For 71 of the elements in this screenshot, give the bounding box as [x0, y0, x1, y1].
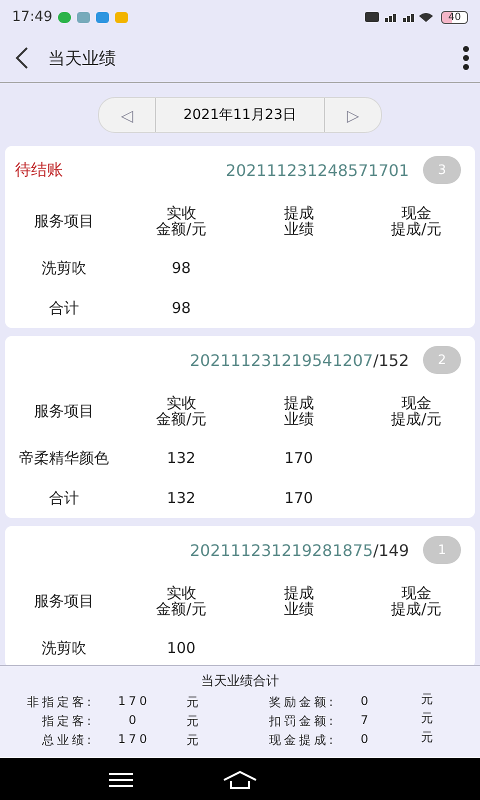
summary-value: 0 [128, 713, 140, 729]
table-cell-text: 合计 [48, 488, 80, 508]
order-suffix: /152 [373, 350, 409, 370]
column-header: 金额/元 [156, 601, 206, 618]
column-header: 现金 [401, 584, 432, 601]
app-icon [58, 12, 72, 22]
signal-icons [365, 11, 436, 23]
summary-value: 0 [360, 694, 372, 710]
order-suffix: /149 [373, 540, 409, 560]
page-title: 当天业绩 [48, 48, 117, 70]
unit-label: 元 [186, 713, 202, 730]
summary-value: 170 [117, 694, 151, 710]
table-cell-text: 132 [166, 448, 197, 469]
table-cell-text: 100 [166, 638, 197, 659]
column-header: 实收 [166, 204, 196, 221]
table-cell-text: 帝柔精华颜色 [18, 448, 110, 468]
app-icon [96, 12, 110, 22]
back-icon[interactable] [14, 46, 30, 70]
summary-label: 指定客: [40, 713, 94, 730]
menu-icon[interactable] [109, 772, 133, 788]
summary-value: 170 [117, 732, 151, 748]
summary-label: 总业绩: [40, 732, 94, 749]
table-cell-text: 170 [283, 448, 314, 469]
column-header: 现金 [401, 394, 432, 411]
column-header: 提成/元 [391, 601, 442, 618]
unit-label: 元 [186, 732, 202, 749]
table-cell-text: 洗剪吹 [40, 638, 88, 658]
summary-title: 当天业绩合计 [200, 673, 280, 691]
column-header: 金额/元 [156, 411, 206, 428]
table-cell-text: 170 [283, 488, 314, 509]
summary-label: 非指定客: [26, 694, 94, 711]
column-header: 服务项目 [34, 592, 94, 610]
summary-label: 奖励金额: [268, 694, 336, 711]
summary-value: 7 [360, 713, 372, 729]
order-number: 202111231219541207 [190, 350, 374, 370]
unit-label: 元 [420, 691, 436, 708]
order-number: 202111231219281875 [190, 540, 374, 560]
app-icon [115, 12, 128, 22]
summary-label: 扣罚金额: [268, 713, 336, 730]
order-status: 待结账 [15, 160, 63, 180]
date-button[interactable]: 2021年11月23日 [155, 98, 325, 132]
table-cell-text: 洗剪吹 [40, 258, 88, 278]
order-number: 202111231248571701 [226, 160, 409, 180]
clock: 17:49 [12, 9, 52, 25]
summary-value: 0 [360, 732, 372, 748]
battery-icon: 40 [441, 10, 468, 24]
column-header: 提成/元 [391, 221, 442, 238]
app-icon [77, 12, 90, 22]
table-cell-text: 98 [170, 298, 192, 319]
column-header: 提成 [284, 204, 314, 221]
column-header: 金额/元 [156, 221, 206, 238]
unit-label: 元 [420, 710, 436, 727]
column-header: 现金 [401, 204, 432, 221]
column-header: 提成/元 [391, 411, 442, 428]
table-cell-text: 合计 [48, 298, 80, 318]
unit-label: 元 [186, 694, 202, 711]
column-header: 业绩 [284, 601, 314, 618]
column-header: 业绩 [284, 411, 314, 428]
column-header: 提成 [284, 584, 314, 601]
home-icon[interactable] [223, 770, 257, 788]
column-header: 服务项目 [34, 402, 94, 420]
summary-label: 现金提成: [268, 732, 336, 749]
column-header: 服务项目 [34, 212, 94, 230]
column-header: 提成 [284, 394, 314, 411]
column-header: 实收 [166, 584, 196, 601]
unit-label: 元 [420, 729, 436, 746]
column-header: 实收 [166, 394, 196, 411]
table-cell-text: 132 [166, 488, 197, 509]
column-header: 业绩 [284, 221, 314, 238]
more-icon[interactable] [462, 46, 470, 70]
table-cell-text: 98 [170, 258, 192, 279]
